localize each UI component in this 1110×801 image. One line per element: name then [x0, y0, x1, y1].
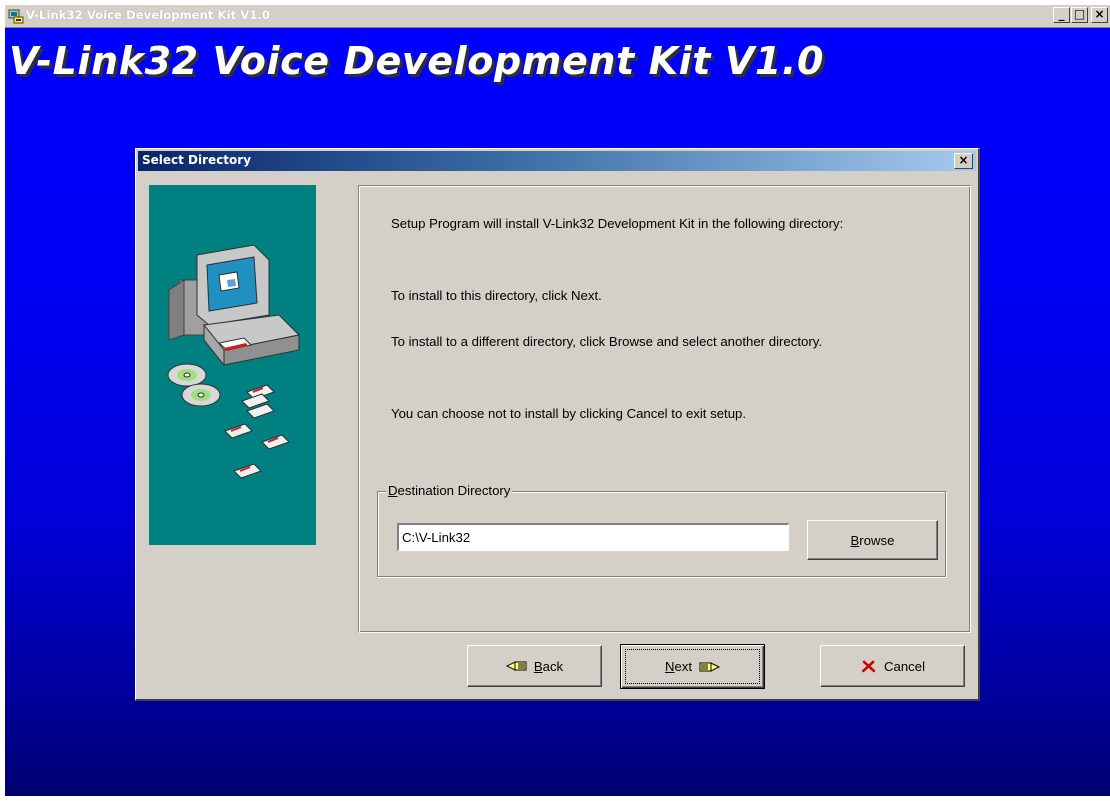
computer-and-disks-illustration — [167, 244, 301, 479]
focus-rectangle — [625, 649, 760, 684]
computer-icon — [168, 244, 301, 367]
install-location-message: Setup Program will install V-Link32 Deve… — [391, 216, 844, 231]
red-x-icon — [861, 660, 876, 673]
next-instruction-message: To install to this directory, click Next… — [391, 288, 602, 303]
dialog-title: Select Directory — [142, 153, 252, 167]
window-titlebar[interactable]: V-Link32 Voice Development Kit V1.0 _ □ … — [5, 5, 1110, 28]
message-panel: Setup Program will install V-Link32 Deve… — [358, 185, 971, 633]
setup-app-icon — [8, 9, 24, 24]
browse-button[interactable]: Browse — [807, 520, 938, 560]
destination-directory-label: Destination Directory — [386, 483, 513, 499]
destination-directory-group: Destination Directory Browse — [377, 483, 946, 577]
dialog-close-button[interactable]: × — [954, 153, 973, 169]
destination-path-input[interactable] — [397, 523, 789, 551]
window-title: V-Link32 Voice Development Kit V1.0 — [26, 8, 270, 22]
browse-instruction-message: To install to a different directory, cli… — [391, 334, 822, 349]
maximize-button[interactable]: □ — [1071, 7, 1088, 23]
dialog-titlebar[interactable]: Select Directory × — [138, 151, 976, 171]
floppy-disk-icon — [224, 384, 290, 479]
close-window-button[interactable]: × — [1091, 7, 1108, 23]
minimize-button[interactable]: _ — [1053, 7, 1070, 23]
cd-disc-icon — [167, 363, 221, 407]
select-directory-dialog: Select Directory × Setup Program will in… — [135, 148, 980, 701]
cancel-instruction-message: You can choose not to install by clickin… — [391, 406, 747, 421]
cancel-button[interactable]: Cancel — [820, 645, 965, 687]
setup-illustration-panel — [149, 185, 316, 545]
banner-title: V-Link32 Voice Development Kit V1.0 — [9, 39, 824, 83]
hand-pointing-left-icon — [505, 661, 527, 671]
back-button[interactable]: Back — [467, 645, 602, 687]
cancel-label: Cancel — [883, 658, 926, 674]
next-button[interactable]: Next — [620, 644, 765, 689]
